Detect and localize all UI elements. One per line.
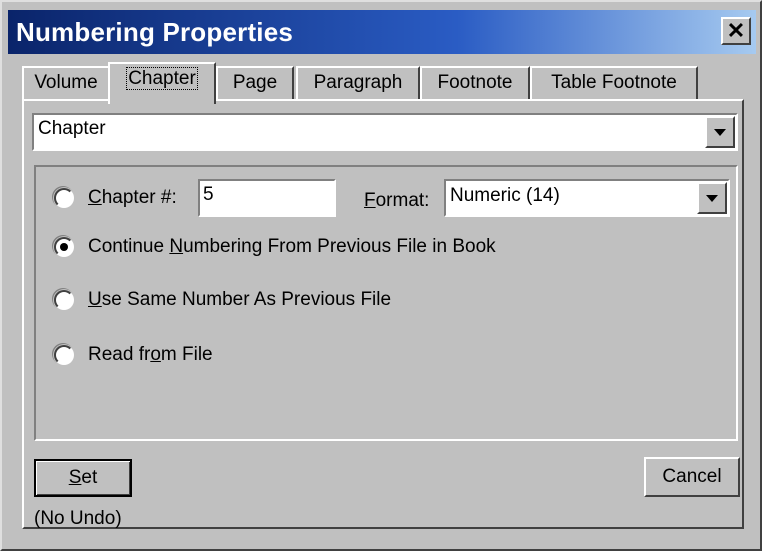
use-same-number-radio[interactable]: Use Same Number As Previous File — [54, 288, 454, 314]
tab-label: Table Footnote — [551, 72, 677, 93]
format-dropdown-button[interactable] — [697, 182, 727, 214]
use-same-number-label: Use Same Number As Previous File — [88, 289, 392, 310]
set-button[interactable]: Set — [34, 459, 132, 497]
tab-chapter[interactable]: Chapter — [108, 62, 216, 104]
numbering-properties-dialog: Numbering Properties ✕ Volume Chapter Pa… — [0, 0, 762, 551]
format-select[interactable]: Numeric (14) — [444, 179, 730, 217]
tab-label: Paragraph — [313, 72, 403, 93]
chevron-down-icon — [706, 195, 718, 202]
continue-numbering-label: Continue Numbering From Previous File in… — [88, 236, 496, 257]
tab-page[interactable]: Page — [216, 66, 294, 100]
tab-volume[interactable]: Volume — [22, 66, 110, 100]
tab-paragraph[interactable]: Paragraph — [296, 66, 420, 100]
tab-label: Volume — [34, 72, 98, 93]
chapter-number-value: 5 — [203, 184, 214, 205]
tab-label: Footnote — [437, 72, 513, 93]
read-from-file-radio[interactable]: Read from File — [54, 343, 254, 369]
component-select-value: Chapter — [38, 118, 106, 139]
cancel-button[interactable]: Cancel — [644, 457, 740, 497]
continue-numbering-radio[interactable]: Continue Numbering From Previous File in… — [54, 235, 554, 261]
radio-button[interactable] — [54, 188, 74, 208]
component-select[interactable]: Chapter — [32, 113, 738, 151]
read-from-file-label: Read from File — [88, 344, 213, 365]
tab-label: Page — [232, 72, 278, 93]
tab-footnote[interactable]: Footnote — [420, 66, 530, 100]
radio-button[interactable] — [54, 290, 74, 310]
component-select-dropdown-button[interactable] — [705, 116, 735, 148]
close-icon: ✕ — [726, 18, 746, 43]
chapter-number-label: Chapter #: — [88, 187, 177, 208]
chapter-number-input[interactable]: 5 — [198, 179, 336, 217]
chapter-number-radio[interactable]: Chapter #: — [54, 186, 194, 212]
radio-button-selected[interactable] — [54, 237, 74, 257]
tab-table-footnote[interactable]: Table Footnote — [530, 66, 698, 100]
close-button[interactable]: ✕ — [721, 17, 751, 45]
format-select-value: Numeric (14) — [450, 185, 560, 206]
no-undo-note: (No Undo) — [34, 508, 122, 529]
chevron-down-icon — [714, 129, 726, 136]
title-bar[interactable]: Numbering Properties ✕ — [8, 10, 756, 54]
window-title: Numbering Properties — [16, 17, 294, 47]
tab-label: Chapter — [126, 67, 198, 90]
format-label: Format: — [364, 190, 430, 211]
radio-button[interactable] — [54, 345, 74, 365]
